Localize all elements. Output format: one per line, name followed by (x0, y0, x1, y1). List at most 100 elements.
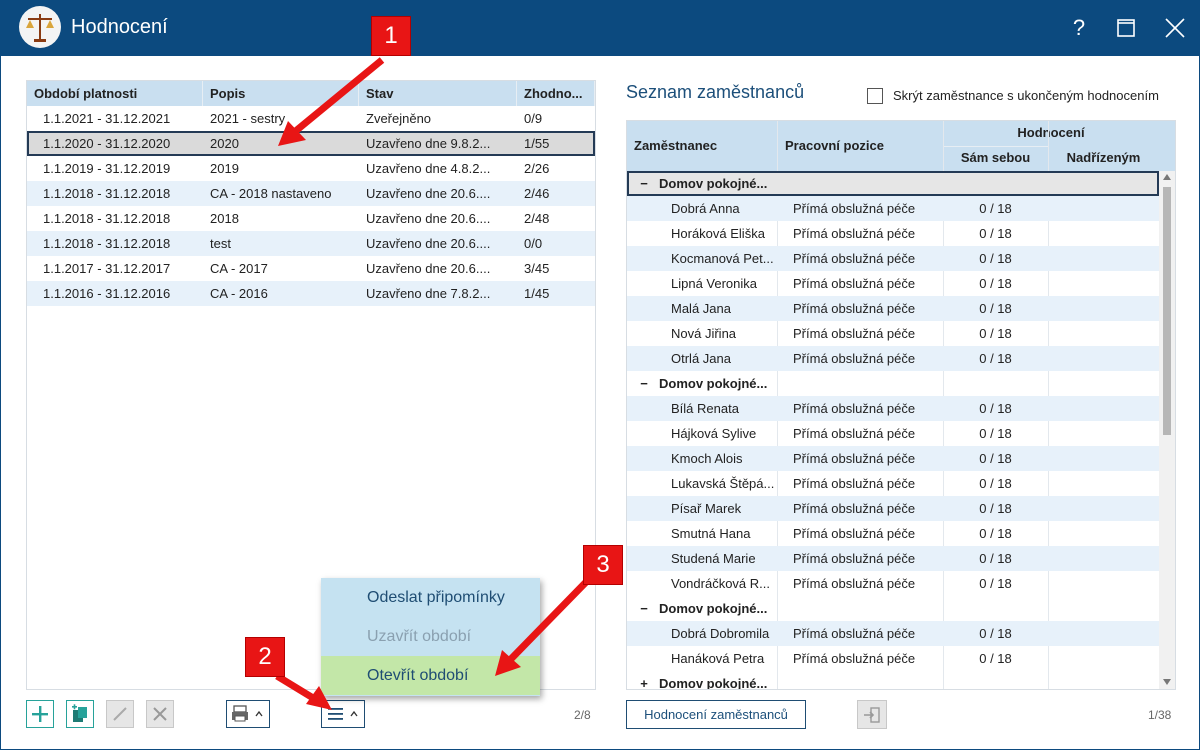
employee-name-cell: Studená Marie (671, 551, 756, 566)
period-pager: 2/8 (574, 708, 591, 722)
employee-row[interactable]: Písař Marek Přímá obslužná péče 0 / 18 (627, 496, 1159, 521)
column-header-self[interactable]: Sám sebou (943, 150, 1048, 165)
employee-row[interactable]: Otrlá Jana Přímá obslužná péče 0 / 18 (627, 346, 1159, 371)
period-cell: 1.1.2021 - 31.12.2021 (43, 111, 171, 126)
table-row[interactable]: 1.1.2017 - 31.12.2017 CA - 2017 Uzavřeno… (27, 256, 595, 281)
employee-row[interactable]: Lipná Veronika Přímá obslužná péče 0 / 18 (627, 271, 1159, 296)
self-score-cell: 0 / 18 (979, 251, 1012, 266)
header-divider (943, 146, 1048, 147)
description-cell: test (210, 236, 231, 251)
employee-grid: Zaměstnanec Pracovní pozice Hodnocení Sá… (626, 120, 1176, 690)
employee-name-cell: Lukavská Štěpá... (671, 476, 775, 491)
position-cell: Přímá obslužná péče (793, 626, 916, 641)
state-cell: Uzavřeno dne 20.6.... (366, 211, 491, 226)
window-title: Hodnocení (71, 16, 168, 38)
table-row[interactable]: 1.1.2018 - 31.12.2018 2018 Uzavřeno dne … (27, 206, 595, 231)
vertical-scrollbar[interactable] (1159, 171, 1175, 689)
employee-row[interactable]: Malá Jana Přímá obslužná péče 0 / 18 (627, 296, 1159, 321)
collapse-icon[interactable]: − (637, 601, 651, 616)
delete-icon[interactable] (146, 700, 174, 728)
group-row[interactable]: − Domov pokojné... (627, 371, 1159, 396)
scroll-down-icon[interactable] (1163, 679, 1171, 685)
employee-name-cell: Vondráčková R... (671, 576, 770, 591)
edit-icon[interactable] (106, 700, 134, 728)
hide-finished-checkbox[interactable] (867, 88, 883, 104)
group-row[interactable]: + Domov pokojné... (627, 671, 1159, 689)
state-cell: Uzavřeno dne 9.8.2... (366, 136, 491, 151)
column-header-score[interactable]: Zhodno... (517, 81, 595, 106)
employee-row[interactable]: Dobrá Dobromila Přímá obslužná péče 0 / 18 (627, 621, 1159, 646)
scrollbar-thumb[interactable] (1163, 187, 1171, 435)
column-header-period[interactable]: Období platnosti (27, 81, 203, 106)
employee-evaluation-button[interactable]: Hodnocení zaměstnanců (626, 700, 806, 729)
column-header-employee[interactable]: Zaměstnanec (634, 138, 717, 153)
employee-row[interactable]: Kocmanová Pet... Přímá obslužná péče 0 / 1… (627, 246, 1159, 271)
expand-icon[interactable]: + (637, 676, 651, 689)
maximize-icon[interactable] (1108, 10, 1144, 46)
menu-item-open-period[interactable]: Otevřít období (321, 656, 540, 695)
employee-row[interactable]: Studená Marie Přímá obslužná péče 0 / 18 (627, 546, 1159, 571)
score-cell: 2/48 (524, 211, 550, 226)
employee-pager: 1/38 (1148, 708, 1172, 722)
position-cell: Přímá obslužná péče (793, 551, 916, 566)
state-cell: Uzavřeno dne 20.6.... (366, 261, 491, 276)
group-row[interactable]: − Domov pokojné... (627, 596, 1159, 621)
column-header-position[interactable]: Pracovní pozice (785, 138, 884, 153)
state-cell: Uzavřeno dne 20.6.... (366, 186, 491, 201)
employee-row[interactable]: Smutná Hana Přímá obslužná péče 0 / 18 (627, 521, 1159, 546)
employee-row[interactable]: Hanáková Petra Přímá obslužná péče 0 / 18 (627, 646, 1159, 671)
employee-row[interactable]: Nová Jiřina Přímá obslužná péče 0 / 18 (627, 321, 1159, 346)
employee-row[interactable]: Dobrá Anna Přímá obslužná péče 0 / 18 (627, 196, 1159, 221)
table-row[interactable]: 1.1.2019 - 31.12.2019 2019 Uzavřeno dne … (27, 156, 595, 181)
scroll-up-icon[interactable] (1163, 174, 1171, 180)
score-cell: 2/46 (524, 186, 550, 201)
column-header-evaluation: Hodnocení (1017, 125, 1085, 140)
column-header-state[interactable]: Stav (359, 81, 517, 106)
description-cell: CA - 2016 (210, 286, 268, 301)
close-icon[interactable] (1157, 10, 1193, 46)
employee-row[interactable]: Kmoch Alois Přímá obslužná péče 0 / 18 (627, 446, 1159, 471)
menu-item-send-comments[interactable]: Odeslat připomínky (321, 578, 540, 617)
table-row[interactable]: 1.1.2018 - 31.12.2018 CA - 2018 nastaven… (27, 181, 595, 206)
actions-menu-button[interactable] (321, 700, 365, 728)
group-row[interactable]: − Domov pokojné... (627, 171, 1159, 196)
position-cell: Přímá obslužná péče (793, 651, 916, 666)
employee-name-cell: Horáková Eliška (671, 226, 765, 241)
help-button[interactable]: ? (1061, 10, 1097, 46)
employee-row[interactable]: Hájková Sylive Přímá obslužná péče 0 / 18 (627, 421, 1159, 446)
description-cell: CA - 2017 (210, 261, 268, 276)
description-cell: 2020 (210, 136, 239, 151)
self-score-cell: 0 / 18 (979, 476, 1012, 491)
self-score-cell: 0 / 18 (979, 351, 1012, 366)
period-cell: 1.1.2017 - 31.12.2017 (43, 261, 171, 276)
employee-row[interactable]: Vondráčková R... Přímá obslužná péče 0 / 1… (627, 571, 1159, 596)
self-score-cell: 0 / 18 (979, 551, 1012, 566)
annotation-badge-3: 3 (583, 545, 623, 585)
table-row[interactable]: 1.1.2016 - 31.12.2016 CA - 2016 Uzavřeno… (27, 281, 595, 306)
score-cell: 0/0 (524, 236, 543, 251)
table-row[interactable]: 1.1.2021 - 31.12.2021 2021 - sestry Zveř… (27, 106, 595, 131)
hide-finished-label[interactable]: Skrýt zaměstnance s ukončeným hodnocením (893, 88, 1159, 103)
column-header-description[interactable]: Popis (203, 81, 359, 106)
employee-row[interactable]: Lukavská Štěpá... Přímá obslužná péče 0 / … (627, 471, 1159, 496)
table-row-selected[interactable]: 1.1.2020 - 31.12.2020 2020 Uzavřeno dne … (27, 131, 595, 156)
column-header-superior[interactable]: Nadřízeným (1048, 150, 1159, 165)
position-cell: Přímá obslužná péče (793, 251, 916, 266)
employee-row[interactable]: Horáková Eliška Přímá obslužná péče 0 / 18 (627, 221, 1159, 246)
table-row[interactable]: 1.1.2018 - 31.12.2018 test Uzavřeno dne … (27, 231, 595, 256)
score-cell: 2/26 (524, 161, 550, 176)
score-cell: 1/45 (524, 286, 550, 301)
collapse-icon[interactable]: − (637, 176, 651, 191)
employee-row[interactable]: Bílá Renata Přímá obslužná péče 0 / 18 (627, 396, 1159, 421)
employee-name-cell: Nová Jiřina (671, 326, 737, 341)
self-score-cell: 0 / 18 (979, 526, 1012, 541)
state-cell: Uzavřeno dne 20.6.... (366, 236, 491, 251)
position-cell: Přímá obslužná péče (793, 401, 916, 416)
menu-item-close-period[interactable]: Uzavřít období (321, 617, 540, 656)
copy-add-icon[interactable] (66, 700, 94, 728)
collapse-icon[interactable]: − (637, 376, 651, 391)
print-menu-button[interactable] (226, 700, 270, 728)
period-cell: 1.1.2020 - 31.12.2020 (43, 136, 171, 151)
add-icon[interactable] (26, 700, 54, 728)
export-icon[interactable] (857, 700, 887, 729)
